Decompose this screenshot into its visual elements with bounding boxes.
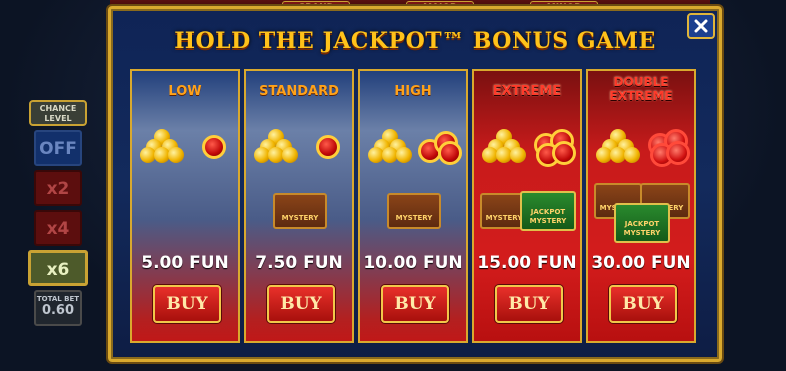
mystery-crate-icon: MYSTERY bbox=[273, 193, 327, 229]
buy-low-button[interactable]: BUY bbox=[153, 285, 221, 323]
jackpot-mystery-label: JACKPOT MYSTERY bbox=[623, 220, 661, 237]
jackpot-mystery-crate-icon: JACKPOT MYSTERY bbox=[614, 203, 670, 243]
option-name: EXTREME bbox=[492, 84, 562, 99]
option-double-extreme: DOUBLE EXTREME MYSTERY MYSTERY JACKPOT M… bbox=[586, 69, 696, 343]
red-orb-icon bbox=[316, 135, 340, 159]
option-name: LOW bbox=[168, 84, 202, 99]
mystery-crate-icon: MYSTERY bbox=[387, 193, 441, 229]
option-standard: STANDARD MYSTERY 7.50 FUN BUY bbox=[244, 69, 354, 343]
option-high: HIGH MYSTERY 10.00 FUN BUY bbox=[358, 69, 468, 343]
mystery-label: MYSTERY bbox=[281, 214, 319, 222]
option-price: 10.00 FUN bbox=[363, 253, 463, 273]
option-name: DOUBLE EXTREME bbox=[609, 75, 673, 103]
chance-x2-button[interactable]: x2 bbox=[34, 170, 82, 206]
close-x-icon bbox=[694, 19, 708, 33]
total-bet-value: 0.60 bbox=[41, 303, 75, 318]
option-price: 15.00 FUN bbox=[477, 253, 577, 273]
close-button[interactable] bbox=[687, 13, 715, 39]
option-price: 5.00 FUN bbox=[141, 253, 229, 273]
jackpot-mystery-crate-icon: JACKPOT MYSTERY bbox=[520, 191, 576, 231]
buy-high-button[interactable]: BUY bbox=[381, 285, 449, 323]
option-name: STANDARD bbox=[259, 84, 339, 99]
option-extreme: EXTREME MYSTERY JACKPOT MYSTERY 15.00 FU… bbox=[472, 69, 582, 343]
red-orb-icon bbox=[202, 135, 226, 159]
chance-off-button[interactable]: OFF bbox=[34, 130, 82, 166]
mystery-label: MYSTERY bbox=[395, 214, 433, 222]
chance-x6-button[interactable]: x6 bbox=[28, 250, 88, 286]
popup-title: HOLD THE JACKPOT™ BONUS GAME bbox=[174, 28, 656, 54]
jackpot-mystery-label: JACKPOT MYSTERY bbox=[529, 208, 567, 225]
chance-level-header: CHANCE LEVEL bbox=[29, 100, 87, 126]
bonus-buy-popup: HOLD THE JACKPOT™ BONUS GAME LOW 5.00 FU… bbox=[108, 6, 722, 362]
chance-level-panel: CHANCE LEVEL OFF x2 x4 x6 TOTAL BET 0.60 bbox=[26, 100, 88, 326]
option-price: 30.00 FUN bbox=[591, 253, 691, 273]
total-bet-display: TOTAL BET 0.60 bbox=[34, 290, 82, 326]
buy-double-extreme-button[interactable]: BUY bbox=[609, 285, 677, 323]
total-bet-label: TOTAL BET bbox=[36, 295, 80, 303]
buy-standard-button[interactable]: BUY bbox=[267, 285, 335, 323]
option-name: HIGH bbox=[394, 84, 432, 99]
chance-x4-button[interactable]: x4 bbox=[34, 210, 82, 246]
option-price: 7.50 FUN bbox=[255, 253, 343, 273]
option-low: LOW 5.00 FUN BUY bbox=[130, 69, 240, 343]
buy-extreme-button[interactable]: BUY bbox=[495, 285, 563, 323]
